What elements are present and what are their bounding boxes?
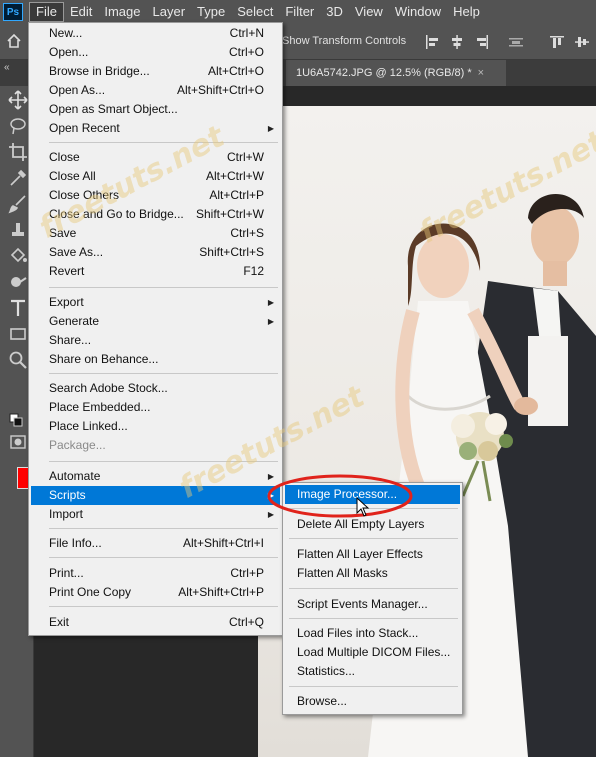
- menu-item-close-others[interactable]: Close Others Alt+Ctrl+P: [31, 186, 280, 205]
- menu-item-save[interactable]: Save Ctrl+S: [31, 224, 280, 243]
- menu-separator: [49, 461, 278, 462]
- menu-item-import[interactable]: Import ▶: [31, 505, 280, 524]
- menu-separator: [49, 557, 278, 558]
- lasso-tool-icon[interactable]: [8, 116, 28, 136]
- menu-separator: [49, 142, 278, 143]
- menu-3d[interactable]: 3D: [320, 2, 349, 22]
- menu-type[interactable]: Type: [191, 2, 231, 22]
- close-tab-icon[interactable]: ×: [478, 67, 484, 79]
- submenu-item-load-multiple-dicom-files[interactable]: Load Multiple DICOM Files...: [285, 643, 460, 662]
- type-tool-icon[interactable]: [8, 298, 28, 318]
- show-transform-controls-label[interactable]: Show Transform Controls: [282, 35, 406, 47]
- menu-filter[interactable]: Filter: [279, 2, 320, 22]
- document-tab[interactable]: 1U6A5742.JPG @ 12.5% (RGB/8) * ×: [286, 60, 506, 86]
- menu-window[interactable]: Window: [389, 2, 447, 22]
- menu-file[interactable]: File: [29, 2, 64, 22]
- menu-bar: Ps File Edit Image Layer Type Select Fil…: [0, 0, 596, 24]
- align-middle-icon[interactable]: [574, 34, 590, 50]
- menu-separator: [289, 618, 458, 619]
- menu-item-open-as-smart-object[interactable]: Open as Smart Object...: [31, 100, 280, 119]
- menu-separator: [289, 686, 458, 687]
- crop-tool-icon[interactable]: [8, 142, 28, 162]
- menu-separator: [289, 538, 458, 539]
- distribute-icon[interactable]: [508, 34, 524, 50]
- photoshop-window: Ps File Edit Image Layer Type Select Fil…: [0, 0, 596, 757]
- menu-item-new[interactable]: New... Ctrl+N: [31, 24, 280, 43]
- align-left-icon[interactable]: [424, 34, 440, 50]
- menu-item-open[interactable]: Open... Ctrl+O: [31, 43, 280, 62]
- menu-item-browse-in-bridge[interactable]: Browse in Bridge... Alt+Ctrl+O: [31, 62, 280, 81]
- submenu-arrow-icon: ▶: [267, 317, 274, 326]
- menu-item-package: Package...: [49, 438, 106, 452]
- move-tool-icon[interactable]: [8, 90, 28, 110]
- smudge-tool-icon[interactable]: [8, 272, 28, 292]
- align-center-icon[interactable]: [449, 34, 465, 50]
- file-menu-dropdown: New... Ctrl+N Open... Ctrl+O Browse in Bri…: [28, 22, 283, 636]
- mouse-cursor-icon: [356, 497, 370, 517]
- submenu-item-flatten-all-layer-effects[interactable]: Flatten All Layer Effects: [285, 545, 460, 564]
- menu-item-close[interactable]: Close Ctrl+W: [31, 148, 280, 167]
- menu-item-close-and-go-to-bridge[interactable]: Close and Go to Bridge... Shift+Ctrl+W: [31, 205, 280, 224]
- submenu-item-browse[interactable]: Browse...: [285, 692, 460, 711]
- brush-tool-icon[interactable]: [8, 194, 28, 214]
- menu-item-share[interactable]: Share...: [31, 331, 280, 350]
- menu-separator: [49, 528, 278, 529]
- align-right-icon[interactable]: [474, 34, 490, 50]
- submenu-item-script-events-manager[interactable]: Script Events Manager...: [285, 595, 460, 614]
- menu-image[interactable]: Image: [98, 2, 146, 22]
- menu-item-print[interactable]: Print... Ctrl+P: [31, 564, 280, 583]
- menu-separator: [49, 606, 278, 607]
- menu-select[interactable]: Select: [231, 2, 279, 22]
- menu-item-generate[interactable]: Generate ▶: [31, 312, 280, 331]
- menu-item-revert[interactable]: Revert F12: [31, 262, 280, 281]
- eyedropper-tool-icon[interactable]: [8, 168, 28, 188]
- rectangle-tool-icon[interactable]: [8, 324, 28, 344]
- menu-item-save-as[interactable]: Save As... Shift+Ctrl+S: [31, 243, 280, 262]
- document-tab-title: 1U6A5742.JPG @ 12.5% (RGB/8) *: [296, 67, 472, 79]
- annotation-ellipse: [267, 474, 413, 518]
- menu-separator: [49, 373, 278, 374]
- menu-item-share-on-behance[interactable]: Share on Behance...: [31, 350, 280, 369]
- menu-item-open-as[interactable]: Open As... Alt+Shift+Ctrl+O: [31, 81, 280, 100]
- menu-item-place-embedded[interactable]: Place Embedded...: [31, 398, 280, 417]
- menu-help[interactable]: Help: [447, 2, 486, 22]
- quick-mask-icon[interactable]: [8, 432, 28, 452]
- menu-item-print-one-copy[interactable]: Print One Copy Alt+Shift+Ctrl+P: [31, 583, 280, 602]
- default-colors-icon[interactable]: [8, 412, 28, 432]
- stamp-tool-icon[interactable]: [8, 220, 28, 240]
- paint-bucket-tool-icon[interactable]: [8, 246, 28, 266]
- photoshop-logo-icon: Ps: [3, 3, 23, 21]
- menu-item-automate[interactable]: Automate ▶: [31, 467, 280, 486]
- menu-layer[interactable]: Layer: [147, 2, 192, 22]
- zoom-tool-icon[interactable]: [8, 350, 28, 370]
- menu-view[interactable]: View: [349, 2, 389, 22]
- submenu-item-flatten-all-masks[interactable]: Flatten All Masks: [285, 564, 460, 583]
- menu-separator: [289, 588, 458, 589]
- menu-item-close-all[interactable]: Close All Alt+Ctrl+W: [31, 167, 280, 186]
- menu-item-exit[interactable]: Exit Ctrl+Q: [31, 613, 280, 632]
- align-top-icon[interactable]: [549, 34, 565, 50]
- menu-item-file-info[interactable]: File Info... Alt+Shift+Ctrl+I: [31, 534, 280, 553]
- menu-item-open-recent[interactable]: Open Recent ▶: [31, 119, 280, 138]
- collapse-panels-icon[interactable]: «: [4, 62, 10, 73]
- home-icon[interactable]: [6, 33, 22, 49]
- menu-edit[interactable]: Edit: [64, 2, 98, 22]
- menu-item-scripts[interactable]: Scripts ▶: [31, 486, 280, 505]
- menu-item-search-adobe-stock[interactable]: Search Adobe Stock...: [31, 379, 280, 398]
- menu-item-export[interactable]: Export ▶: [31, 293, 280, 312]
- submenu-item-load-files-into-stack[interactable]: Load Files into Stack...: [285, 624, 460, 643]
- submenu-arrow-icon: ▶: [267, 298, 274, 307]
- submenu-arrow-icon: ▶: [267, 124, 274, 133]
- menu-separator: [49, 287, 278, 288]
- submenu-item-statistics[interactable]: Statistics...: [285, 662, 460, 681]
- menu-item-place-linked[interactable]: Place Linked...: [31, 417, 280, 436]
